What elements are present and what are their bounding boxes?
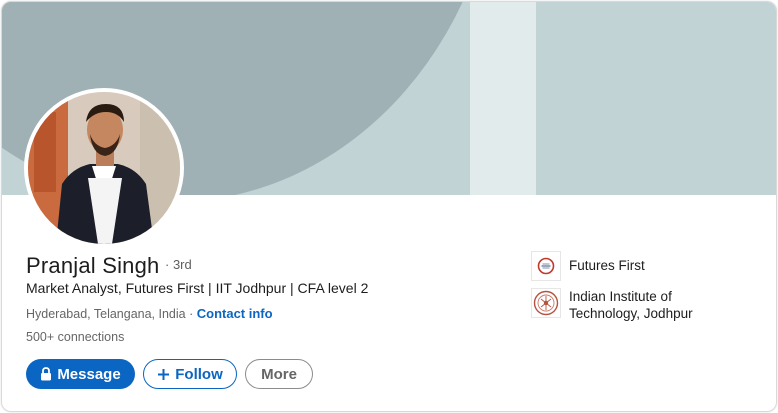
profile-name: Pranjal Singh [26, 253, 160, 278]
message-button[interactable]: Message [26, 359, 135, 389]
follow-button-label: Follow [175, 365, 223, 383]
profile-card: Pranjal Singh · 3rd Market Analyst, Futu… [1, 1, 777, 412]
connection-degree: · 3rd [165, 257, 192, 272]
org-name: Indian Institute of Technology, Jodhpur [569, 289, 693, 321]
org-iit-jodhpur[interactable]: Indian Institute of Technology, Jodhpur [531, 288, 719, 322]
org-name: Futures First [569, 258, 645, 273]
banner-stripe [470, 2, 536, 195]
connections-count[interactable]: 500+ connections [26, 330, 124, 344]
profile-headline: Market Analyst, Futures First | IIT Jodh… [26, 280, 369, 296]
message-button-label: Message [57, 365, 121, 383]
futures-first-logo [531, 251, 561, 281]
lock-icon [40, 367, 52, 381]
iit-jodhpur-logo [531, 288, 561, 318]
location-row: Hyderabad, Telangana, India · Contact in… [26, 306, 273, 321]
follow-button[interactable]: Follow [143, 359, 237, 389]
separator-dot: · [185, 307, 197, 321]
org-futures-first[interactable]: Futures First [531, 251, 645, 281]
contact-info-link[interactable]: Contact info [197, 306, 273, 321]
plus-icon [157, 368, 170, 381]
profile-photo[interactable] [24, 88, 184, 248]
more-button[interactable]: More [245, 359, 313, 389]
profile-location: Hyderabad, Telangana, India [26, 307, 186, 321]
more-button-label: More [261, 365, 297, 383]
